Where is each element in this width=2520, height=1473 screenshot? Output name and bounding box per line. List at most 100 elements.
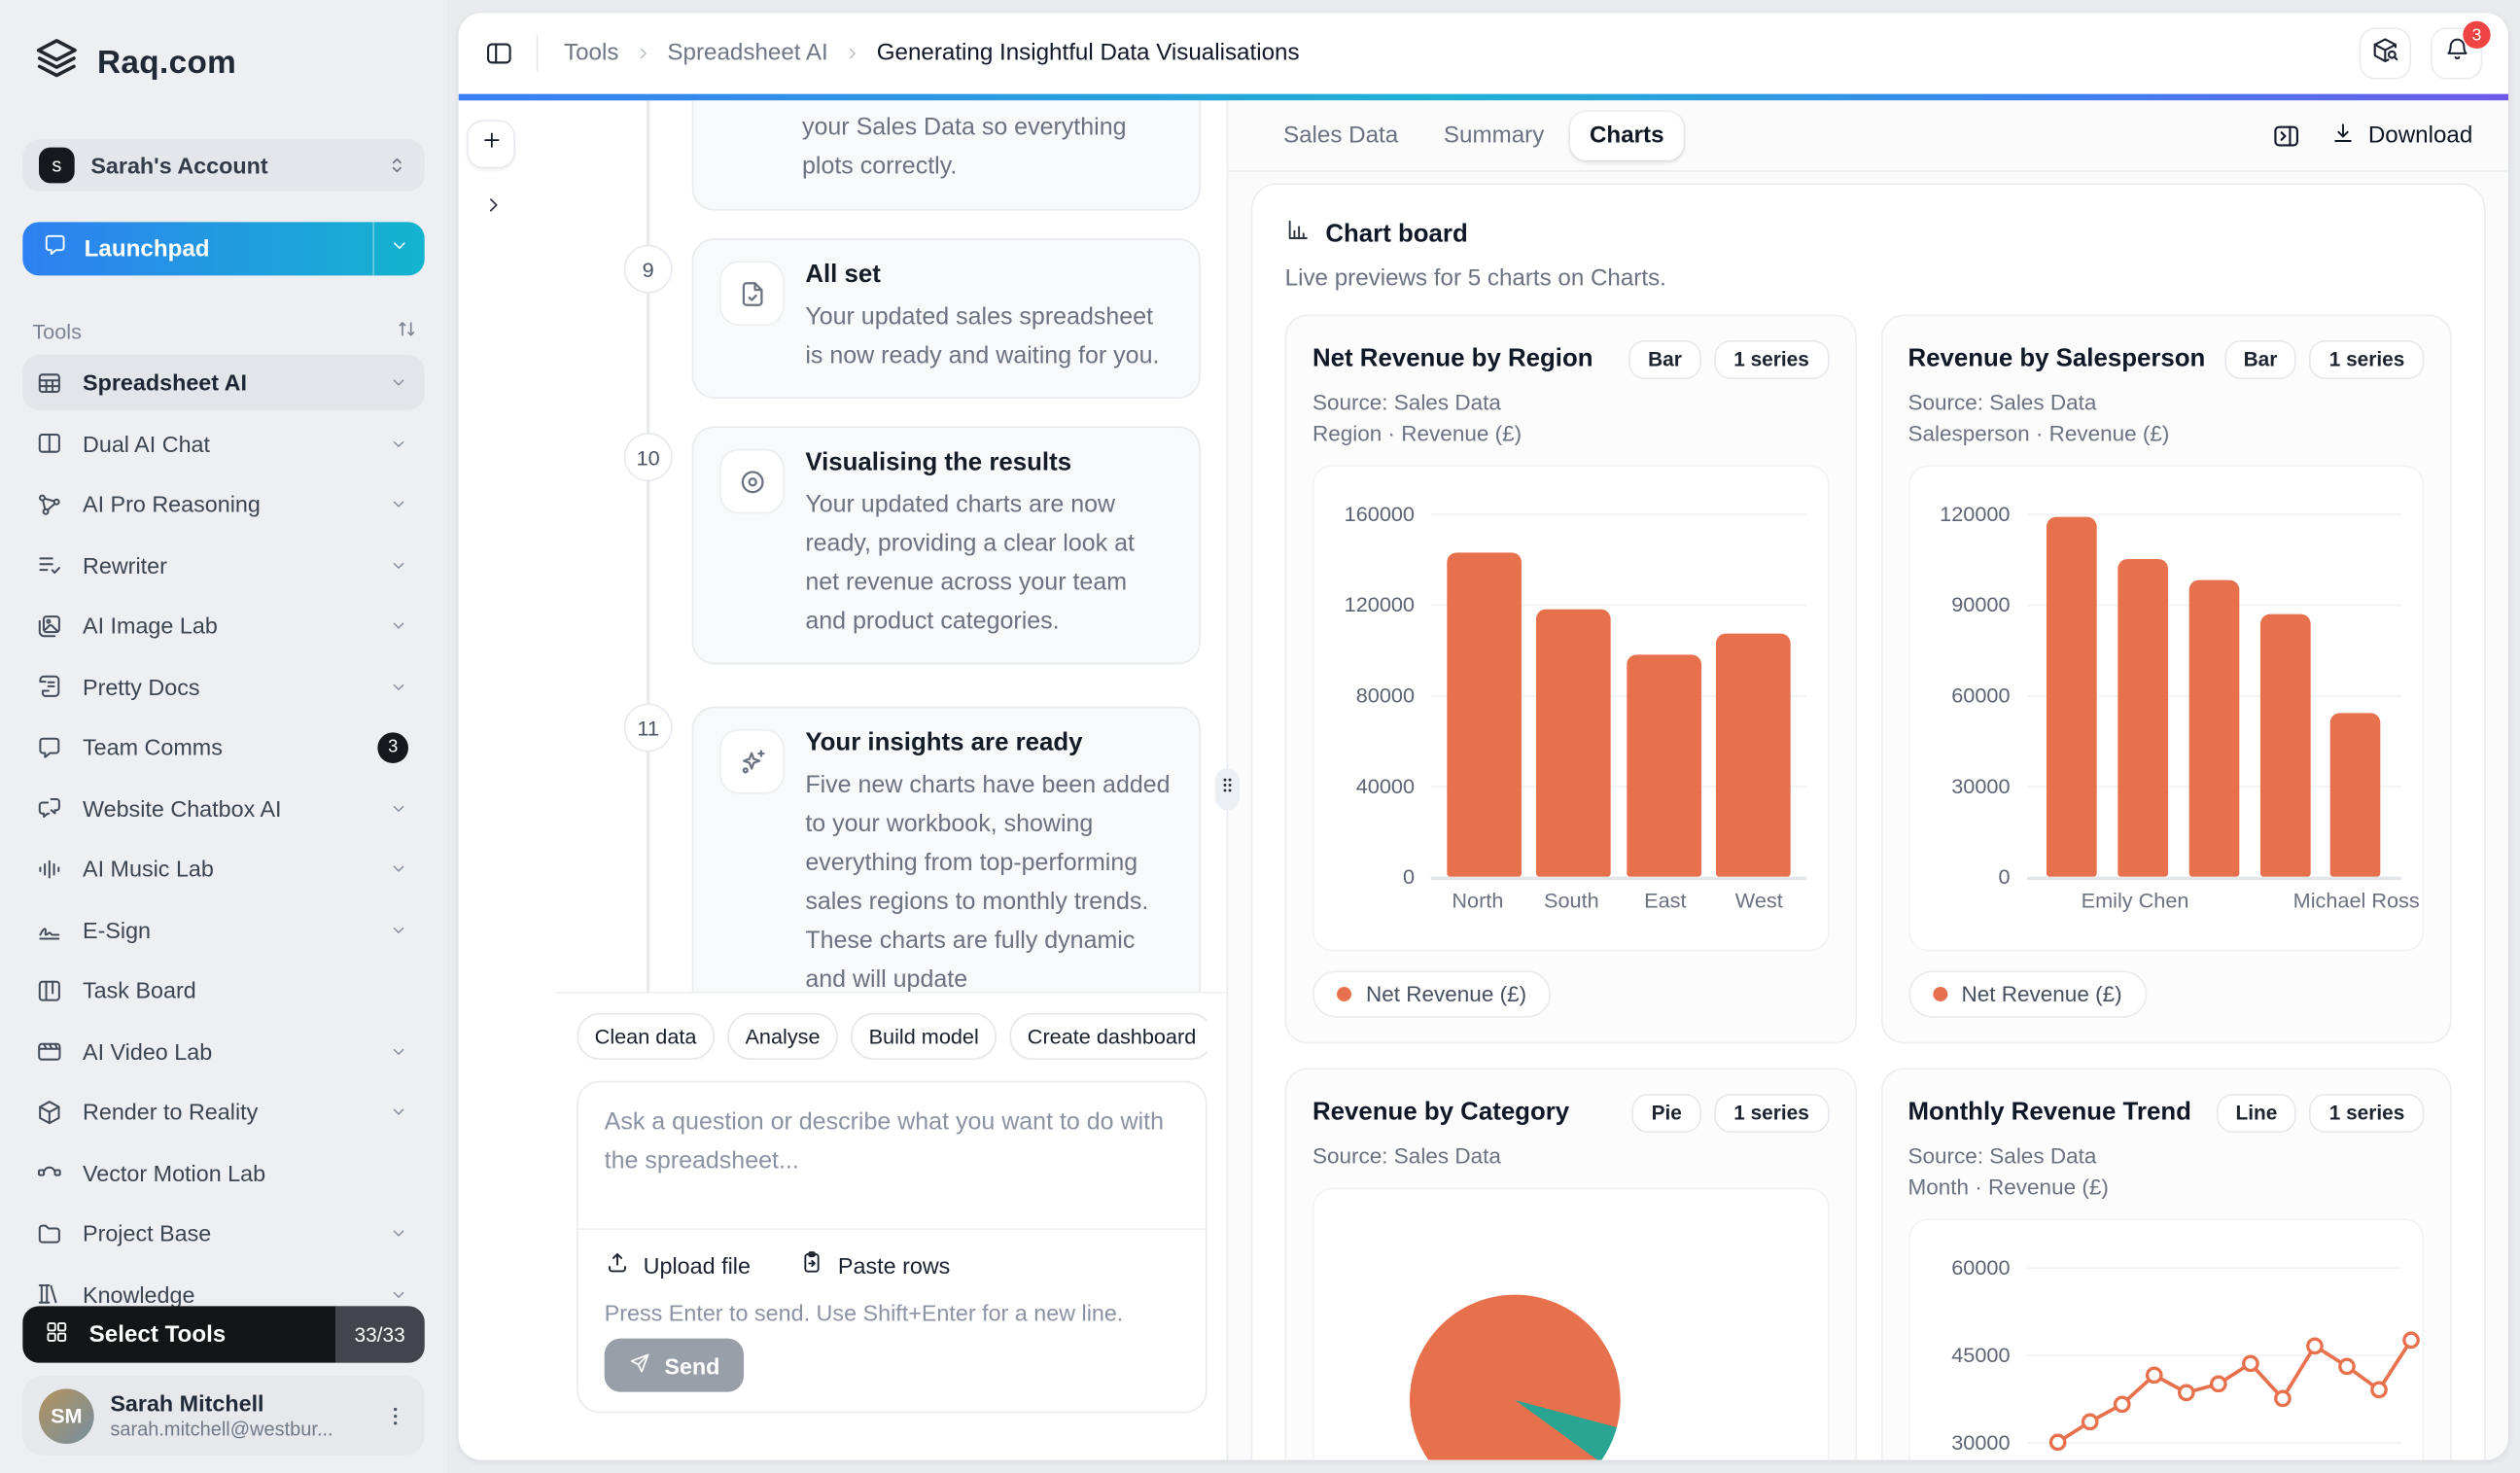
sidebar-item-team-comms[interactable]: Team Comms3 <box>22 719 424 775</box>
panel-collapse-icon[interactable] <box>2271 121 2300 150</box>
chart-card-header: Monthly Revenue TrendLine1 series <box>1908 1094 2425 1133</box>
y-axis-tick: 60000 <box>1923 684 2011 708</box>
upload-file-button[interactable]: Upload file <box>605 1249 751 1280</box>
launchpad-dropdown[interactable] <box>372 222 424 275</box>
notifications-button[interactable]: 3 <box>2431 27 2482 79</box>
send-button[interactable]: Send <box>605 1339 745 1392</box>
chart-card-header: Revenue by SalespersonBar1 series <box>1908 340 2425 379</box>
collapse-chat-button[interactable] <box>474 192 510 228</box>
sidebar-item-spreadsheet-ai[interactable]: Spreadsheet AI <box>22 355 424 410</box>
pane-resize-handle[interactable] <box>1215 768 1240 810</box>
sidebar-item-ai-image-lab[interactable]: AI Image Lab <box>22 598 424 653</box>
new-chat-button[interactable] <box>467 120 515 168</box>
sidebar-item-label: Rewriter <box>83 552 369 579</box>
launchpad-label: Launchpad <box>85 236 210 263</box>
bar <box>1536 610 1611 877</box>
chat-rail <box>459 100 556 1459</box>
board-scroll-area[interactable]: Chart board Live previews for 5 charts o… <box>1228 172 2508 1460</box>
sidebar-item-rewriter[interactable]: Rewriter <box>22 538 424 593</box>
chevron-right-icon <box>480 193 505 225</box>
package-search-button[interactable] <box>2360 27 2411 79</box>
chat-timeline[interactable]: your Sales Data so everything plots corr… <box>556 100 1227 992</box>
chat-step-body: Your insights are readyFive new charts h… <box>805 729 1172 992</box>
sidebar-item-ai-music-lab[interactable]: AI Music Lab <box>22 841 424 896</box>
tab-summary[interactable]: Summary <box>1424 111 1563 159</box>
chat-step-text: Five new charts have been added to your … <box>805 766 1172 992</box>
breadcrumb-item-generating-insightful-data-visualisations[interactable]: Generating Insightful Data Visualisation… <box>877 41 1300 67</box>
tab-sales-data[interactable]: Sales Data <box>1264 111 1418 159</box>
sidebar-item-dual-ai-chat[interactable]: Dual AI Chat <box>22 416 424 472</box>
sort-icon[interactable] <box>396 318 418 345</box>
quick-action-clean-data[interactable]: Clean data <box>577 1013 714 1060</box>
quick-action-analyse[interactable]: Analyse <box>727 1013 838 1060</box>
x-axis-label: South <box>1524 888 1618 912</box>
package-search-icon <box>2370 35 2399 72</box>
sidebar-item-label: AI Pro Reasoning <box>83 491 369 517</box>
sidebar-item-vector-motion-lab[interactable]: Vector Motion Lab <box>22 1145 424 1201</box>
accent-gradient-bar <box>459 94 2508 101</box>
account-switcher[interactable]: s Sarah's Account <box>22 139 424 191</box>
brand-logo-icon <box>32 36 81 92</box>
download-button[interactable]: Download <box>2329 120 2473 152</box>
chevron-down-icon <box>389 234 410 263</box>
series-badge: 1 series <box>2310 1094 2425 1133</box>
chevron-down-icon <box>389 920 408 939</box>
list-check-icon <box>36 551 63 579</box>
chart-card-revenue-by-salesperson: Revenue by SalespersonBar1 seriesSource:… <box>1880 314 2452 1043</box>
sidebar-item-label: Spreadsheet AI <box>83 369 369 396</box>
bar-chart-icon <box>1285 217 1312 251</box>
paste-rows-button[interactable]: Paste rows <box>799 1249 950 1280</box>
legend-pill: Net Revenue (£) <box>1312 970 1551 1017</box>
avatar: SM <box>39 1388 94 1444</box>
kebab-menu-icon[interactable] <box>382 1403 408 1429</box>
sidebar-item-ai-video-lab[interactable]: AI Video Lab <box>22 1024 424 1079</box>
sidebar-item-label: Knowledge <box>83 1281 369 1308</box>
y-axis-tick: 40000 <box>1327 774 1415 798</box>
launchpad-button[interactable]: Launchpad <box>22 222 424 275</box>
sidebar-item-label: AI Image Lab <box>83 613 369 639</box>
chart-card-revenue-by-category: Revenue by CategoryPie1 seriesSource: Sa… <box>1285 1068 1857 1459</box>
sidebar-toggle-icon[interactable] <box>484 39 513 68</box>
sidebar-item-project-base[interactable]: Project Base <box>22 1206 424 1261</box>
breadcrumb-item-spreadsheet-ai[interactable]: Spreadsheet AI <box>667 41 827 67</box>
bar <box>2118 559 2168 877</box>
message-square-icon <box>42 231 68 265</box>
chart-dims: Month · Revenue (£) <box>1908 1175 2425 1199</box>
quick-action-build-model[interactable]: Build model <box>851 1013 997 1060</box>
chart-board: Chart board Live previews for 5 charts o… <box>1251 183 2486 1459</box>
quick-action-create-dashboard[interactable]: Create dashboard <box>1009 1013 1207 1060</box>
tab-charts[interactable]: Charts <box>1570 111 1684 159</box>
breadcrumb-item-tools[interactable]: Tools <box>564 41 618 67</box>
chevron-down-icon <box>389 1102 408 1121</box>
sidebar-item-label: Vector Motion Lab <box>83 1160 408 1186</box>
step-number-10: 10 <box>624 433 673 481</box>
user-card[interactable]: SM Sarah Mitchell sarah.mitchell@westbur… <box>22 1376 424 1455</box>
chart-title: Monthly Revenue Trend <box>1908 1094 2204 1128</box>
account-label: Sarah's Account <box>90 153 369 179</box>
scroll-icon <box>36 673 63 700</box>
composer-input[interactable] <box>578 1082 1206 1228</box>
sidebar-item-label: Dual AI Chat <box>83 431 369 457</box>
sidebar-item-website-chatbox-ai[interactable]: Website Chatbox AI <box>22 781 424 836</box>
sidebar-item-task-board[interactable]: Task Board <box>22 963 424 1018</box>
series-badge: 1 series <box>1714 340 1829 379</box>
select-tools-button[interactable]: Select Tools 33/33 <box>22 1306 424 1362</box>
chart-dims: Region · Revenue (£) <box>1312 421 1829 445</box>
sidebar-item-render-to-reality[interactable]: Render to Reality <box>22 1084 424 1140</box>
sidebar-item-label: Pretty Docs <box>83 674 369 700</box>
bar <box>2259 614 2310 877</box>
x-axis-labels: NorthSouthEastWest <box>1431 888 1806 912</box>
breadcrumb-separator-icon <box>633 44 652 63</box>
sidebar-item-e-sign[interactable]: E-Sign <box>22 902 424 958</box>
chart-badges: Bar1 series <box>2224 340 2425 379</box>
chevron-down-icon <box>389 555 408 575</box>
kanban-icon <box>36 976 63 1003</box>
sidebar-item-pretty-docs[interactable]: Pretty Docs <box>22 659 424 715</box>
sidebar-item-ai-pro-reasoning[interactable]: AI Pro Reasoning <box>22 476 424 532</box>
timeline-line <box>647 100 649 992</box>
grip-dots-icon <box>1217 775 1239 804</box>
columns-icon <box>36 430 63 457</box>
series-badge: 1 series <box>2310 340 2425 379</box>
plus-icon <box>479 128 504 160</box>
chart-badges: Bar1 series <box>1628 340 1829 379</box>
